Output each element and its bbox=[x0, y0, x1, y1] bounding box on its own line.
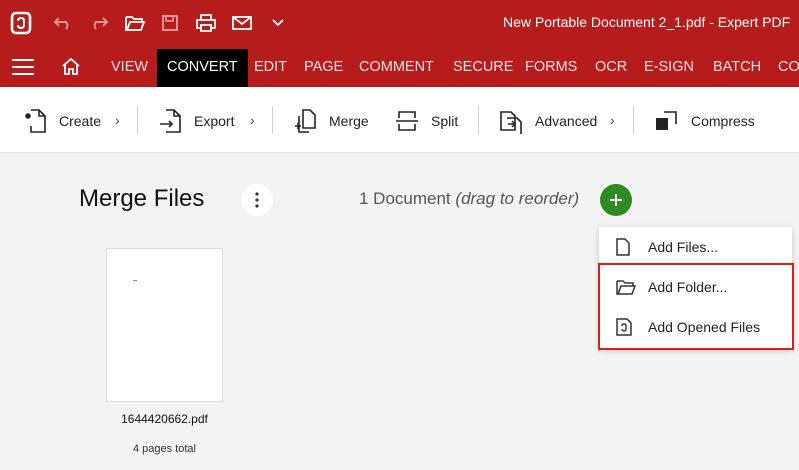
document-count-value: 1 Document bbox=[359, 189, 451, 208]
add-files-label: Add Files... bbox=[648, 239, 719, 255]
toolbar-divider bbox=[633, 106, 634, 134]
ribbon-tabs: VIEW CONVERT EDIT PAGE COMMENT SECURE FO… bbox=[0, 47, 799, 87]
title-bar: New Portable Document 2_1.pdf - Expert P… bbox=[0, 0, 799, 47]
compress-label: Compress bbox=[691, 113, 755, 129]
add-button[interactable] bbox=[600, 184, 632, 216]
export-icon bbox=[160, 109, 181, 133]
tab-ocr[interactable]: OCR bbox=[595, 47, 627, 87]
create-chevron-icon[interactable]: › bbox=[115, 112, 120, 128]
save-icon[interactable] bbox=[157, 10, 183, 36]
document-count: 1 Document (drag to reorder) bbox=[359, 189, 579, 209]
compress-button[interactable]: Compress bbox=[654, 107, 755, 135]
tab-convert[interactable]: CONVERT bbox=[157, 49, 248, 87]
more-vertical-icon bbox=[255, 192, 259, 208]
convert-toolbar: Create › Export › Merge Split Advanced ›… bbox=[0, 87, 799, 153]
tab-comment[interactable]: COMMENT bbox=[359, 47, 434, 87]
create-icon bbox=[25, 109, 46, 133]
split-label: Split bbox=[431, 113, 459, 129]
tab-forms[interactable]: FORMS bbox=[525, 47, 577, 87]
file-icon bbox=[616, 238, 630, 256]
create-button[interactable]: Create bbox=[23, 107, 101, 135]
toolbar-divider bbox=[478, 106, 479, 134]
export-button[interactable]: Export bbox=[158, 107, 234, 135]
split-button[interactable]: Split bbox=[395, 107, 458, 135]
export-label: Export bbox=[194, 113, 235, 129]
plus-icon bbox=[610, 194, 622, 206]
undo-icon[interactable] bbox=[50, 10, 76, 36]
advanced-chevron-icon[interactable]: › bbox=[610, 112, 615, 128]
advanced-icon bbox=[500, 111, 522, 134]
file-name: 1644420662.pdf bbox=[121, 412, 208, 426]
file-thumbnail[interactable] bbox=[106, 248, 223, 402]
toolbar-divider bbox=[137, 106, 138, 134]
compress-icon bbox=[656, 111, 677, 130]
split-icon bbox=[396, 111, 418, 131]
toolbar-divider bbox=[272, 106, 273, 134]
more-options-button[interactable] bbox=[241, 184, 273, 216]
advanced-label: Advanced bbox=[535, 113, 598, 129]
email-icon[interactable] bbox=[229, 10, 255, 36]
drag-hint: (drag to reorder) bbox=[455, 189, 580, 208]
create-label: Create bbox=[59, 113, 102, 129]
chevron-down-icon[interactable] bbox=[265, 10, 291, 36]
merge-icon bbox=[295, 109, 316, 133]
file-page-count: 4 pages total bbox=[133, 443, 196, 455]
tab-co[interactable]: CO bbox=[778, 47, 799, 87]
export-chevron-icon[interactable]: › bbox=[250, 112, 255, 128]
tab-esign[interactable]: E-SIGN bbox=[644, 47, 694, 87]
home-icon[interactable] bbox=[61, 57, 81, 81]
open-folder-icon[interactable] bbox=[122, 10, 148, 36]
tab-secure[interactable]: SECURE bbox=[453, 47, 513, 87]
page-title: Merge Files bbox=[79, 185, 205, 212]
thumbnail-content bbox=[133, 280, 137, 281]
highlight-box bbox=[598, 263, 794, 350]
app-logo-icon[interactable] bbox=[8, 10, 34, 36]
tab-batch[interactable]: BATCH bbox=[713, 47, 761, 87]
menu-item-add-files[interactable]: Add Files... bbox=[599, 227, 792, 267]
tab-edit[interactable]: EDIT bbox=[254, 47, 287, 87]
hamburger-menu-icon[interactable] bbox=[12, 59, 34, 75]
print-icon[interactable] bbox=[193, 10, 219, 36]
redo-icon[interactable] bbox=[86, 10, 112, 36]
merge-button[interactable]: Merge bbox=[293, 107, 369, 135]
window-title: New Portable Document 2_1.pdf - Expert P… bbox=[503, 14, 791, 30]
advanced-button[interactable]: Advanced bbox=[499, 107, 597, 135]
merge-label: Merge bbox=[329, 113, 369, 129]
tab-view[interactable]: VIEW bbox=[111, 47, 148, 87]
tab-page[interactable]: PAGE bbox=[304, 47, 343, 87]
